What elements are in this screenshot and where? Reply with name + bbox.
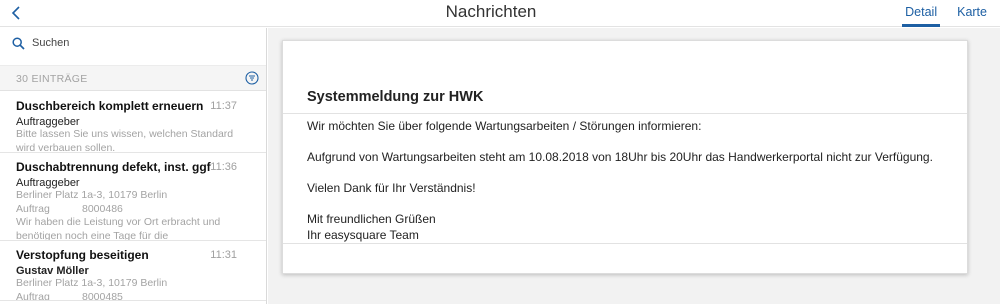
order-label: Auftrag [16, 290, 50, 301]
top-bar: Nachrichten Detail Karte [0, 0, 1000, 27]
tab-karte[interactable]: Karte [954, 0, 990, 27]
filter-icon[interactable] [245, 71, 259, 85]
order-label: Auftrag [16, 202, 50, 215]
entry-count: 30 EINTRÄGE [16, 73, 88, 85]
body-paragraph: Vielen Dank für Ihr Verständnis! [307, 181, 476, 195]
list-item[interactable]: Duschbereich komplett erneuern 11:37 Auf… [0, 92, 266, 153]
order-number: 8000486 [82, 202, 123, 215]
search-bar [0, 28, 266, 58]
message-time: 11:37 [210, 100, 237, 112]
list-item[interactable]: Duschabtrennung defekt, inst. ggf 11:36 … [0, 153, 266, 241]
divider [283, 113, 967, 114]
page-title: Nachrichten [445, 2, 537, 21]
closing-line: Mit freundlichen Grüßen [307, 212, 436, 226]
order-number: 8000485 [82, 290, 123, 301]
message-order: Auftrag 8000486 [16, 203, 257, 217]
signature-block: Mit freundlichen Grüßen Ihr easysquare T… [307, 211, 957, 243]
message-preview-line: Bitte lassen Sie uns wissen, welchen Sta… [16, 128, 234, 140]
message-address: Berliner Platz 1a-3, 10179 Berlin [16, 189, 168, 201]
divider [283, 243, 967, 244]
message-body: Wir möchten Sie über folgende Wartungsar… [307, 118, 957, 243]
message-sidebar: 30 EINTRÄGE Duschbereich komplett erneue… [0, 28, 267, 304]
message-sender: Gustav Möller [16, 265, 89, 277]
message-order: Auftrag 8000485 [16, 290, 257, 301]
view-tabs: Detail Karte [902, 0, 990, 27]
message-preview-line: Wir haben die Leistung vor Ort erbracht … [16, 216, 221, 228]
signature-line: Ihr easysquare Team [307, 228, 419, 242]
message-address: Berliner Platz 1a-3, 10179 Berlin [16, 277, 168, 289]
message-title: Systemmeldung zur HWK [307, 89, 484, 105]
message-list: Duschbereich komplett erneuern 11:37 Auf… [0, 92, 266, 301]
message-preview-line: wird verbauen sollen. [16, 141, 116, 153]
message-sender: Auftraggeber [16, 177, 80, 189]
message-time: 11:36 [210, 161, 237, 173]
message-preview-line: benötigen noch eine Tage für die [16, 229, 169, 241]
tab-detail[interactable]: Detail [902, 0, 941, 27]
message-detail-card: Systemmeldung zur HWK Wir möchten Sie üb… [282, 40, 968, 274]
body-paragraph: Aufgrund von Wartungsarbeiten steht am 1… [307, 150, 933, 164]
list-item[interactable]: Verstopfung beseitigen 11:31 Gustav Möll… [0, 241, 266, 301]
detail-area: Systemmeldung zur HWK Wir möchten Sie üb… [268, 28, 1000, 304]
search-input[interactable] [32, 34, 252, 52]
list-header: 30 EINTRÄGE [0, 65, 266, 91]
message-sender: Auftraggeber [16, 116, 80, 128]
body-paragraph: Wir möchten Sie über folgende Wartungsar… [307, 119, 702, 133]
search-icon [12, 37, 25, 50]
message-time: 11:31 [210, 249, 237, 261]
